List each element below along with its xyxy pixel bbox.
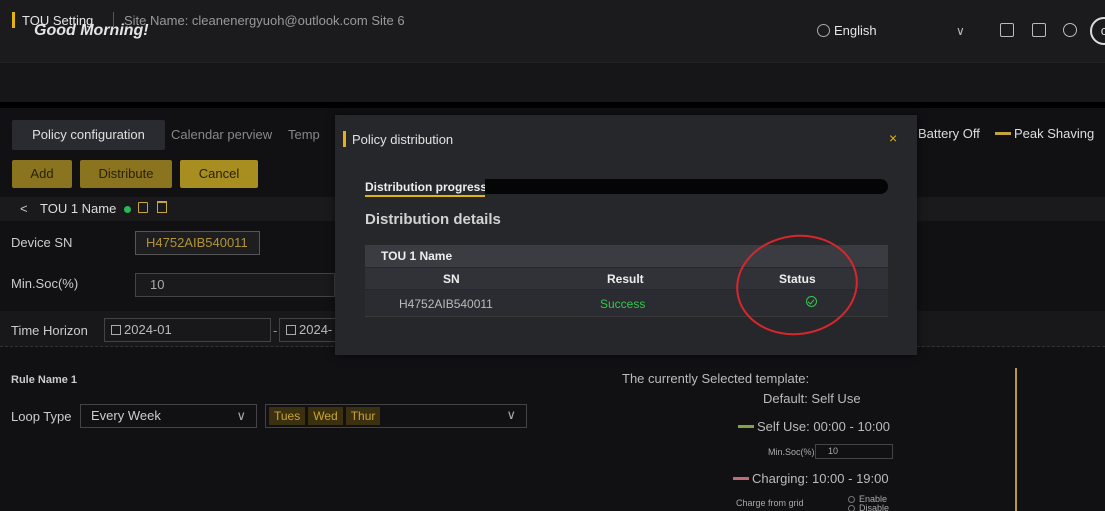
tab-calendar-preview[interactable]: Calendar perview <box>171 120 272 150</box>
self-use-label: Self Use: 00:00 - 10:00 <box>757 419 890 434</box>
status-dot-icon <box>124 206 131 213</box>
language-label: English <box>834 23 877 38</box>
language-selector[interactable]: English <box>817 23 877 38</box>
support-icon[interactable] <box>1063 23 1077 37</box>
template-title: The currently Selected template: <box>622 371 810 386</box>
start-date-input[interactable]: 2024-01 <box>104 318 271 342</box>
day-tag[interactable]: Thur <box>345 407 381 425</box>
tab-template[interactable]: Temp <box>288 120 320 150</box>
tou-name: TOU 1 Name <box>40 201 117 216</box>
loop-type-select[interactable]: Every Week ∨ <box>80 404 257 428</box>
legend-peak-shaving: Peak Shaving <box>995 126 1094 141</box>
loop-type-value: Every Week <box>91 408 161 423</box>
column-header-result: Result <box>607 272 644 286</box>
day-tag[interactable]: Tues <box>269 407 306 425</box>
disable-radio[interactable]: Disable <box>848 503 889 511</box>
template-min-soc-label: Min.Soc(%) <box>768 447 815 457</box>
self-use-swatch <box>738 425 754 428</box>
radio-icon <box>848 496 855 503</box>
day-tag[interactable]: Wed <box>308 407 343 425</box>
charging-label: Charging: 10:00 - 19:00 <box>752 471 889 486</box>
timeline-line <box>1015 368 1017 511</box>
legend-swatch <box>995 132 1011 135</box>
close-icon[interactable]: × <box>889 130 897 146</box>
column-header-sn: SN <box>443 272 460 286</box>
progress-underline <box>365 195 485 197</box>
device-sn-field[interactable]: H4752AIB540011 <box>135 231 260 255</box>
charging-period: Charging: 10:00 - 19:00 <box>733 471 889 486</box>
time-horizon-label: Time Horizon <box>11 323 88 338</box>
charge-from-grid-label: Charge from grid <box>736 498 804 508</box>
chevron-down-icon: ∨ <box>236 408 246 423</box>
row-sn: H4752AIB540011 <box>399 297 493 311</box>
template-default: Default: Self Use <box>763 391 861 406</box>
distribute-button[interactable]: Distribute <box>80 160 172 188</box>
tab-policy-configuration[interactable]: Policy configuration <box>12 120 165 150</box>
cancel-button[interactable]: Cancel <box>180 160 258 188</box>
legend-peak-label: Peak Shaving <box>1014 126 1095 141</box>
page-title: TOU Setting <box>22 13 94 28</box>
radio-icon <box>848 505 855 511</box>
trash-icon[interactable] <box>157 201 167 213</box>
modal-accent <box>343 131 346 147</box>
calendar-icon <box>111 325 121 335</box>
end-date-input[interactable]: 2024- <box>279 318 339 342</box>
site-name: Site Name: cleanenergyuoh@outlook.com Si… <box>124 13 405 28</box>
legend-battery-off: Battery Off <box>918 126 980 141</box>
days-select[interactable]: Tues Wed Thur ∨ <box>265 404 527 428</box>
end-date-value: 2024- <box>299 322 333 337</box>
chevron-down-icon: ∨ <box>506 407 516 422</box>
top-bar <box>0 0 1105 62</box>
calendar-icon <box>286 325 296 335</box>
modal-title: Policy distribution <box>352 132 454 147</box>
self-use-period: Self Use: 00:00 - 10:00 <box>738 419 890 434</box>
rule-name: Rule Name 1 <box>11 374 78 386</box>
details-label: Distribution details <box>365 211 501 228</box>
breadcrumb-bar <box>0 62 1105 102</box>
table-group-name: TOU 1 Name <box>381 249 453 263</box>
chevron-down-icon[interactable]: ∨ <box>956 24 965 38</box>
copy-icon[interactable] <box>138 202 148 213</box>
start-date-value: 2024-01 <box>124 322 172 337</box>
progress-bar <box>485 179 888 194</box>
min-soc-input[interactable]: 10 <box>135 273 335 297</box>
template-min-soc-input[interactable]: 10 <box>815 444 893 459</box>
progress-label: Distribution progress <box>365 180 488 194</box>
add-button[interactable]: Add <box>12 160 72 188</box>
breadcrumb-divider <box>113 12 114 28</box>
charging-swatch <box>733 477 749 480</box>
calendar-icon[interactable] <box>1032 23 1046 37</box>
row-result: Success <box>600 297 646 311</box>
min-soc-label: Min.Soc(%) <box>11 276 79 291</box>
breadcrumb-accent <box>12 12 15 28</box>
device-sn-label: Device SN <box>11 235 73 250</box>
loop-type-label: Loop Type <box>11 409 72 424</box>
globe-icon <box>817 24 830 37</box>
grid-icon[interactable] <box>1000 23 1014 37</box>
back-arrow-icon[interactable]: < <box>20 201 28 216</box>
disable-label: Disable <box>859 503 890 511</box>
date-range-separator: - <box>273 323 278 338</box>
